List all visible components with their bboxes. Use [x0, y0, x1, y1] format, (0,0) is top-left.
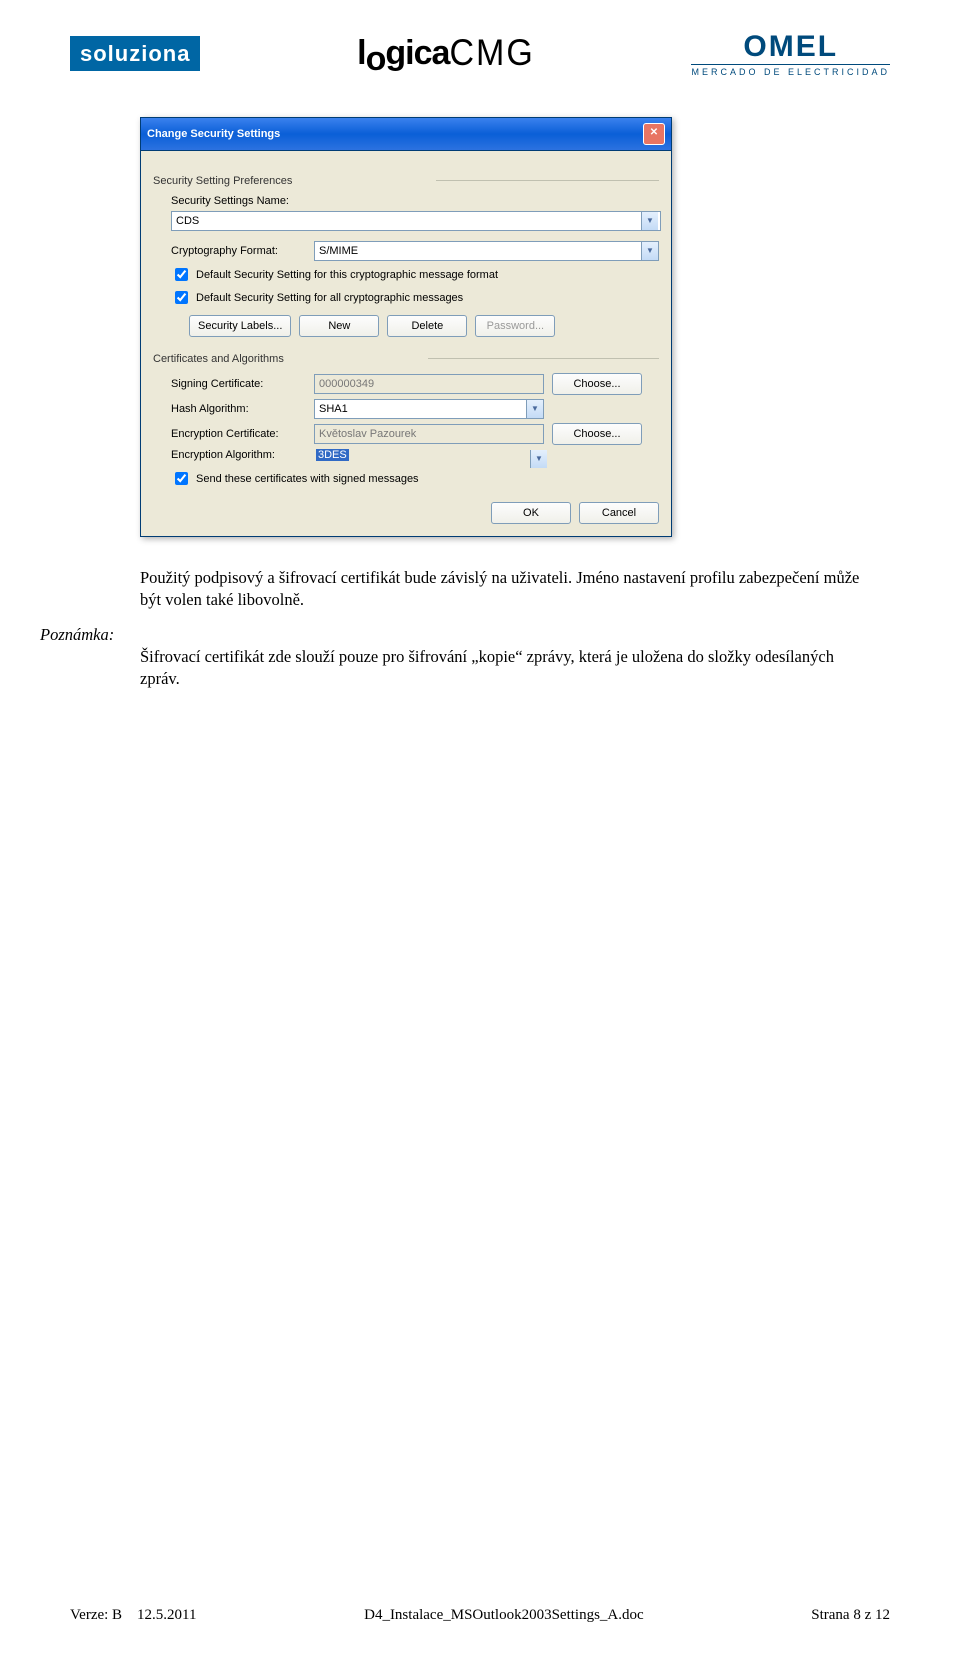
group-preferences-label: Security Setting Preferences: [153, 175, 292, 187]
send-certs-label: Send these certificates with signed mess…: [196, 473, 419, 485]
group-certs-label: Certificates and Algorithms: [153, 353, 284, 365]
default-format-label: Default Security Setting for this crypto…: [196, 269, 498, 281]
default-all-checkbox[interactable]: Default Security Setting for all cryptog…: [171, 288, 659, 307]
default-all-label: Default Security Setting for all cryptog…: [196, 292, 463, 304]
enc-algo-select[interactable]: 3DES: [314, 449, 548, 461]
cancel-button[interactable]: Cancel: [579, 502, 659, 524]
ok-button[interactable]: OK: [491, 502, 571, 524]
new-button[interactable]: New: [299, 315, 379, 337]
settings-name-label: Security Settings Name:: [171, 195, 659, 207]
footer-center: D4_Instalace_MSOutlook2003Settings_A.doc: [364, 1607, 644, 1624]
chevron-down-icon[interactable]: ▼: [530, 450, 547, 468]
omel-small: MERCADO DE ELECTRICIDAD: [691, 64, 890, 77]
enc-cert-label: Encryption Certificate:: [171, 428, 306, 440]
document-text: Použitý podpisový a šifrovací certifikát…: [140, 567, 890, 690]
password-button: Password...: [475, 315, 555, 337]
signing-cert-label: Signing Certificate:: [171, 378, 306, 390]
enc-algo-value: 3DES: [316, 449, 349, 461]
enc-cert-field: [314, 424, 544, 444]
page-footer: Verze: B 12.5.2011 D4_Instalace_MSOutloo…: [70, 1607, 890, 1624]
chevron-down-icon[interactable]: ▼: [641, 212, 658, 230]
checkbox-icon[interactable]: [175, 472, 188, 485]
checkbox-icon[interactable]: [175, 291, 188, 304]
dialog-title: Change Security Settings: [147, 128, 280, 140]
settings-name-input[interactable]: [171, 211, 661, 231]
choose-signing-button[interactable]: Choose...: [552, 373, 642, 395]
hash-algo-select[interactable]: [314, 399, 544, 419]
signing-cert-field: [314, 374, 544, 394]
crypt-format-select[interactable]: [314, 241, 659, 261]
hash-algo-label: Hash Algorithm:: [171, 403, 306, 415]
doc-paragraph-2: Šifrovací certifikát zde slouží pouze pr…: [140, 646, 860, 691]
delete-button[interactable]: Delete: [387, 315, 467, 337]
chevron-down-icon[interactable]: ▼: [526, 400, 543, 418]
footer-right: Strana 8 z 12: [811, 1607, 890, 1624]
omel-big: OMEL: [691, 30, 890, 64]
checkbox-icon[interactable]: [175, 268, 188, 281]
send-certs-checkbox[interactable]: Send these certificates with signed mess…: [171, 469, 659, 488]
logica-logo: logicaCMG: [357, 34, 535, 73]
dialog-titlebar[interactable]: Change Security Settings ✕: [141, 118, 671, 151]
soluziona-text: soluziona: [70, 36, 200, 71]
chevron-down-icon[interactable]: ▼: [641, 242, 658, 260]
security-labels-button[interactable]: Security Labels...: [189, 315, 291, 337]
header-logos: soluziona logicaCMG OMEL MERCADO DE ELEC…: [70, 30, 890, 77]
footer-left: Verze: B 12.5.2011: [70, 1607, 197, 1624]
close-icon[interactable]: ✕: [643, 123, 665, 145]
crypt-format-label: Cryptography Format:: [171, 245, 306, 257]
enc-algo-label: Encryption Algorithm:: [171, 449, 306, 461]
soluziona-logo: soluziona: [70, 41, 200, 67]
doc-paragraph-1: Použitý podpisový a šifrovací certifikát…: [140, 567, 860, 612]
choose-enc-button[interactable]: Choose...: [552, 423, 642, 445]
note-label: Poznámka:: [40, 624, 140, 646]
default-format-checkbox[interactable]: Default Security Setting for this crypto…: [171, 265, 659, 284]
omel-logo: OMEL MERCADO DE ELECTRICIDAD: [691, 30, 890, 77]
security-settings-dialog: Change Security Settings ✕ Security Sett…: [140, 117, 672, 537]
